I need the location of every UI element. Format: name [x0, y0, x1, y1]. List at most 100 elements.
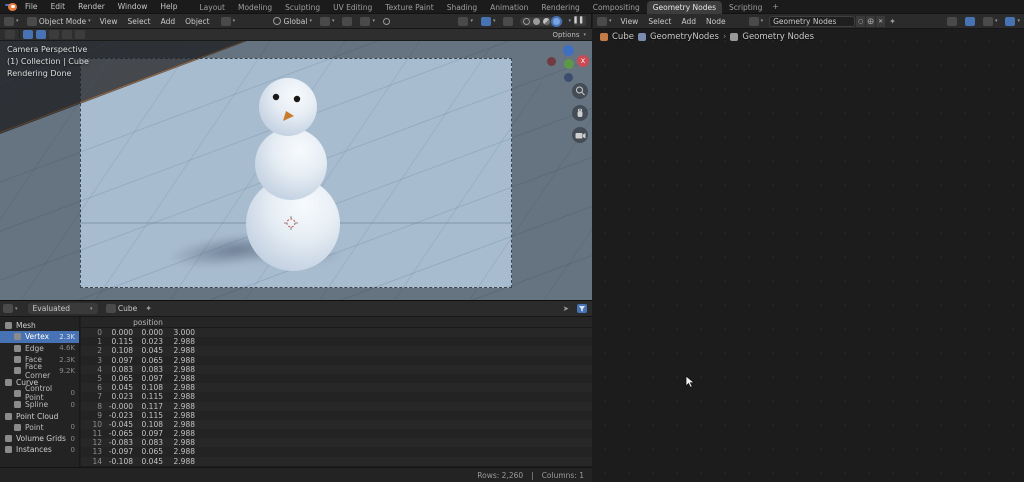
menu-view[interactable]: View [100, 17, 118, 26]
snapping-dropdown[interactable]: ▾ [360, 16, 375, 26]
breadcrumb-tree[interactable]: Geometry Nodes [742, 32, 814, 42]
workspace-tab-texture-paint[interactable]: Texture Paint [379, 1, 439, 14]
pin-icon[interactable]: ✦ [889, 17, 896, 26]
sidebar-item-instances[interactable]: Instances 0 [0, 444, 79, 455]
tool-fallback-dropdown[interactable]: ▾ [220, 16, 235, 26]
material-shading-icon[interactable] [543, 17, 551, 25]
axis-y-ball[interactable] [564, 59, 574, 69]
select-mode-invert-icon[interactable] [62, 30, 72, 39]
overlays-dropdown[interactable]: ▾ [1005, 16, 1020, 26]
menu-view[interactable]: View [621, 17, 639, 26]
table-row[interactable]: 3 0.097 0.065 2.988 [81, 355, 592, 365]
filter-toggle-icon[interactable] [577, 304, 587, 313]
menu-edit[interactable]: Edit [49, 1, 68, 12]
sidebar-item-mesh[interactable]: Mesh [0, 320, 79, 331]
pivot-dropdown[interactable]: ▾ [319, 16, 334, 26]
snap-magnet-icon[interactable] [342, 16, 353, 26]
pause-button[interactable]: ▌▌ [574, 16, 586, 26]
table-row[interactable]: 8 -0.000 0.117 2.988 [81, 401, 592, 411]
overlays-dropdown[interactable]: ▾ [480, 16, 495, 26]
workspace-tab-rendering[interactable]: Rendering [535, 1, 585, 14]
table-row[interactable]: 5 0.065 0.097 2.988 [81, 373, 592, 384]
navigation-gizmo[interactable]: X [546, 42, 592, 86]
table-row[interactable]: 14 -0.108 0.045 2.988 [81, 456, 592, 466]
xray-toggle-icon[interactable] [503, 16, 514, 26]
workspace-tab-uv-editing[interactable]: UV Editing [327, 1, 378, 14]
select-mode-extend-icon[interactable] [36, 30, 46, 39]
menu-object[interactable]: Object [185, 17, 209, 26]
sidebar-item-face-corner[interactable]: Face Corner 9.2K [0, 362, 79, 380]
table-row[interactable]: 7 0.023 0.115 2.988 [81, 392, 592, 402]
gizmos-dropdown[interactable]: ▾ [458, 16, 473, 26]
workspace-tab-geometry-nodes[interactable]: Geometry Nodes [646, 0, 722, 14]
sidebar-item-point[interactable]: Point 0 [0, 422, 79, 433]
parent-snap-icon[interactable] [946, 16, 957, 26]
active-tool-icon[interactable] [5, 30, 15, 39]
menu-node[interactable]: Node [706, 17, 726, 26]
sidebar-item-volume-grids[interactable]: Volume Grids 0 [0, 433, 79, 444]
node-tree-name-field[interactable]: Geometry Nodes [769, 15, 856, 27]
viewport-3d[interactable]: Camera Perspective (1) Collection | Cube… [0, 41, 592, 300]
orientation-dropdown[interactable]: Global ▾ [273, 17, 312, 26]
rendered-shading-icon[interactable] [553, 17, 561, 25]
sidebar-item-edge[interactable]: Edge 4.6K [0, 343, 79, 354]
auto-offset-icon[interactable] [964, 16, 975, 26]
add-workspace-button[interactable]: + [768, 2, 782, 11]
editor-type-button[interactable]: ▾ [3, 304, 18, 313]
table-row[interactable]: 10 -0.045 0.108 2.988 [81, 419, 592, 430]
dataset-dropdown[interactable]: Evaluated ▾ [27, 303, 98, 314]
menu-file[interactable]: File [23, 1, 40, 12]
table-row[interactable]: 0 0.000 0.000 3.000 [81, 328, 592, 338]
menu-add[interactable]: Add [161, 17, 176, 26]
zoom-button[interactable] [572, 83, 588, 99]
pin-icon[interactable]: ✦ [145, 304, 152, 313]
solid-shading-icon[interactable] [533, 17, 541, 25]
breadcrumb-object[interactable]: Cube [612, 32, 634, 42]
table-row[interactable]: 13 -0.097 0.065 2.988 [81, 447, 592, 457]
table-row[interactable]: 11 -0.065 0.097 2.988 [81, 429, 592, 439]
pan-hand-button[interactable] [572, 105, 588, 121]
table-row[interactable]: 9 -0.023 0.115 2.988 [81, 410, 592, 420]
camera-view-button[interactable] [572, 127, 588, 143]
workspace-tab-sculpting[interactable]: Sculpting [279, 1, 326, 14]
menu-select[interactable]: Select [127, 17, 150, 26]
select-mode-set-icon[interactable] [23, 30, 33, 39]
workspace-tab-layout[interactable]: Layout [193, 1, 231, 14]
table-row[interactable]: 1 0.115 0.023 2.988 [81, 337, 592, 347]
menu-render[interactable]: Render [76, 1, 107, 12]
cursor-tool-icon[interactable]: ➤ [563, 304, 569, 313]
editor-type-button[interactable]: ▾ [597, 16, 612, 26]
menu-help[interactable]: Help [158, 1, 179, 12]
tree-browse-button[interactable]: ▾ [748, 16, 763, 26]
table-row[interactable]: 2 0.108 0.045 2.988 [81, 346, 592, 356]
select-mode-subtract-icon[interactable] [49, 30, 59, 39]
editor-type-button[interactable]: ▾ [4, 16, 19, 26]
axis-z-ball[interactable] [563, 45, 574, 56]
axis-x-ball[interactable]: X [577, 55, 589, 67]
blender-logo-icon[interactable] [5, 2, 17, 12]
sidebar-item-control-point[interactable]: Control Point 0 [0, 384, 79, 402]
sidebar-item-vertex[interactable]: Vertex 2.3K [0, 331, 79, 343]
table-row[interactable]: 6 0.045 0.108 2.988 [81, 383, 592, 393]
select-mode-intersect-icon[interactable] [75, 30, 85, 39]
menu-select[interactable]: Select [648, 17, 671, 26]
column-header-row[interactable]: position [81, 317, 592, 328]
geometry-node-editor[interactable]: Cube GeometryNodes › Geometry Nodes [593, 29, 1024, 482]
workspace-tab-shading[interactable]: Shading [441, 1, 483, 14]
sidebar-item-point-cloud[interactable]: Point Cloud [0, 410, 79, 421]
axis-neg-x-ball[interactable] [547, 57, 556, 66]
axis-neg-z-ball[interactable] [564, 73, 573, 82]
unlink-button[interactable]: ✕ [875, 15, 886, 27]
table-row[interactable]: 4 0.083 0.083 2.988 [81, 364, 592, 374]
mode-dropdown[interactable]: Object Mode ▾ [26, 16, 91, 26]
wireframe-shading-icon[interactable] [523, 17, 531, 25]
table-row[interactable]: 12 -0.083 0.083 2.988 [81, 438, 592, 448]
snapping-dropdown[interactable]: ▾ [982, 16, 997, 26]
workspace-tab-compositing[interactable]: Compositing [587, 1, 646, 14]
menu-window[interactable]: Window [116, 1, 150, 12]
options-dropdown[interactable]: Options ▾ [552, 31, 586, 39]
workspace-tab-modeling[interactable]: Modeling [232, 1, 278, 14]
workspace-tab-animation[interactable]: Animation [484, 1, 534, 14]
workspace-tab-scripting[interactable]: Scripting [723, 1, 768, 14]
breadcrumb-modifier[interactable]: GeometryNodes [650, 32, 719, 42]
